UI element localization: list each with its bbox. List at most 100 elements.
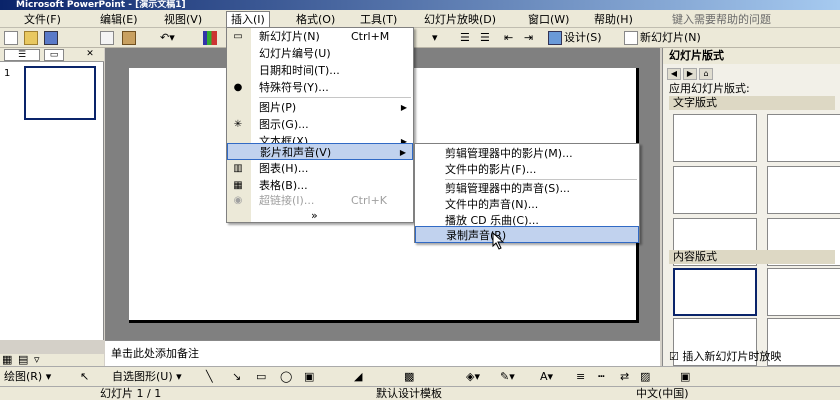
- outline-tab[interactable]: ☰: [4, 49, 40, 61]
- diagram-icon: ✳: [233, 119, 243, 130]
- save-icon[interactable]: [44, 30, 60, 46]
- new-slide-button[interactable]: 新幻灯片(N): [624, 30, 701, 46]
- copy-icon[interactable]: [100, 30, 116, 46]
- textbox-icon[interactable]: ▣: [304, 369, 314, 385]
- menu-format[interactable]: 格式(O): [292, 12, 339, 27]
- menu-item-label: 超链接(I)...: [259, 194, 315, 207]
- show-on-insert-checkbox[interactable]: ☑ 插入新幻灯片时放映: [669, 348, 781, 364]
- forward-icon[interactable]: ▶: [683, 68, 697, 80]
- line-style-icon[interactable]: ≡: [576, 369, 585, 385]
- submenu-item-file-sound[interactable]: 文件中的声音(N)...: [415, 196, 639, 213]
- menu-item-movies-sounds[interactable]: 影片和声音(V) ▶: [227, 143, 413, 160]
- shadow-icon[interactable]: ▨: [640, 369, 650, 385]
- autoshape-label: 自选图形(U): [112, 370, 173, 383]
- arrow-style-icon[interactable]: ⇄: [620, 369, 629, 385]
- menu-item-new-slide[interactable]: ▭ 新幻灯片(N) Ctrl+M: [227, 28, 413, 45]
- section-text-layouts: 文字版式: [669, 96, 835, 110]
- menu-item-diagram[interactable]: ✳ 图示(G)...: [227, 116, 413, 133]
- layout-title-text[interactable]: [673, 166, 757, 214]
- chart-icon: ▥: [233, 163, 243, 174]
- open-icon[interactable]: [24, 30, 40, 46]
- submenu-item-label: 剪辑管理器中的声音(S)...: [445, 182, 571, 195]
- dash-style-icon[interactable]: ┅: [598, 369, 605, 385]
- numbering-icon[interactable]: ☰: [460, 30, 470, 46]
- submenu-item-label: 剪辑管理器中的影片(M)...: [445, 147, 573, 160]
- help-search-input[interactable]: 键入需要帮助的问题: [668, 12, 836, 27]
- design-label: 设计(S): [564, 31, 602, 44]
- line-icon[interactable]: ╲: [206, 369, 213, 385]
- select-objects-icon[interactable]: ↖: [80, 369, 89, 385]
- wordart-icon[interactable]: ◢: [354, 369, 362, 385]
- submenu-arrow-icon: ▶: [400, 103, 407, 112]
- layout-title-slide[interactable]: [673, 114, 757, 162]
- submenu-item-clip-movie[interactable]: 剪辑管理器中的影片(M)...: [415, 145, 639, 162]
- status-slide-count: 幻灯片 1 / 1: [100, 387, 162, 400]
- menu-tools[interactable]: 工具(T): [356, 12, 401, 27]
- close-pane-icon[interactable]: ✕: [80, 49, 100, 61]
- font-size-dropdown-icon[interactable]: ▾: [432, 30, 438, 46]
- status-language: 中文(中国): [636, 387, 689, 400]
- notes-pane[interactable]: 单击此处添加备注: [105, 340, 660, 366]
- draw-label: 绘图(R): [4, 370, 43, 383]
- task-pane: 幻灯片版式 ◀ ▶ ⌂ 应用幻灯片版式: 文字版式 内容版式 ☑ 插入新幻灯片时放映: [662, 48, 840, 366]
- submenu-item-clip-sound[interactable]: 剪辑管理器中的声音(S)...: [415, 180, 639, 197]
- 3d-icon[interactable]: ▣: [680, 369, 690, 385]
- chart-icon[interactable]: [203, 30, 219, 46]
- draw-menu-button[interactable]: 绘图(R) ▾: [4, 369, 51, 385]
- oval-icon[interactable]: ◯: [280, 369, 292, 385]
- menu-insert[interactable]: 插入(I): [226, 11, 270, 28]
- symbol-icon: ●: [233, 82, 243, 93]
- standard-toolbar: ↶▾ ▾ ☰ ☰ ⇤ ⇥ 设计(S) 新幻灯片(N): [0, 28, 840, 48]
- menu-file[interactable]: 文件(F): [20, 12, 65, 27]
- new-icon[interactable]: [4, 30, 20, 46]
- status-design: 默认设计模板: [376, 387, 442, 400]
- indent-increase-icon[interactable]: ⇥: [524, 30, 533, 46]
- layout-blank[interactable]: [673, 268, 757, 316]
- arrow-icon[interactable]: ↘: [232, 369, 241, 385]
- submenu-item-record-sound[interactable]: 录制声音(R): [415, 226, 639, 243]
- menu-window[interactable]: 窗口(W): [524, 12, 573, 27]
- hyperlink-icon: ◉: [233, 195, 243, 206]
- notes-placeholder: 单击此处添加备注: [111, 347, 199, 360]
- menu-item-label: 图表(H)...: [259, 162, 309, 175]
- task-pane-title: 幻灯片版式: [663, 48, 840, 64]
- menu-item-special-symbol[interactable]: ● 特殊符号(Y)...: [227, 79, 413, 96]
- back-icon[interactable]: ◀: [667, 68, 681, 80]
- layout-two-column[interactable]: [767, 166, 840, 214]
- fill-color-icon[interactable]: ◈▾: [466, 369, 480, 385]
- view-buttons: ▦ ▤ ▿: [0, 353, 104, 366]
- menu-slideshow[interactable]: 幻灯片放映(D): [420, 12, 500, 27]
- rectangle-icon[interactable]: ▭: [256, 369, 266, 385]
- menu-help[interactable]: 帮助(H): [590, 12, 637, 27]
- picture-icon[interactable]: ▩: [404, 369, 414, 385]
- menu-item-picture[interactable]: 图片(P) ▶: [227, 99, 413, 116]
- menu-expand[interactable]: »: [227, 207, 413, 224]
- submenu-item-file-movie[interactable]: 文件中的影片(F)...: [415, 161, 639, 178]
- menu-view[interactable]: 视图(V): [160, 12, 206, 27]
- undo-icon[interactable]: ↶▾: [160, 30, 175, 46]
- paste-icon[interactable]: [122, 30, 138, 46]
- home-icon[interactable]: ⌂: [699, 68, 713, 80]
- menu-item-label: 新幻灯片(N): [259, 30, 320, 43]
- slide-number: 1: [4, 68, 11, 79]
- autoshapes-button[interactable]: 自选图形(U) ▾: [112, 369, 182, 385]
- new-slide-icon: ▭: [233, 31, 243, 42]
- layout-content[interactable]: [767, 268, 840, 316]
- menu-item-shortcut: Ctrl+M: [351, 30, 390, 43]
- menu-item-slide-number[interactable]: 幻灯片编号(U): [227, 45, 413, 62]
- bullets-icon[interactable]: ☰: [480, 30, 490, 46]
- menu-edit[interactable]: 编辑(E): [96, 12, 142, 27]
- design-button[interactable]: 设计(S): [548, 30, 602, 46]
- line-color-icon[interactable]: ✎▾: [500, 369, 515, 385]
- media-submenu: 剪辑管理器中的影片(M)... 文件中的影片(F)... 剪辑管理器中的声音(S…: [414, 143, 640, 243]
- layout-title-only[interactable]: [767, 114, 840, 162]
- mouse-cursor-icon: [492, 232, 505, 250]
- font-color-icon[interactable]: A▾: [540, 369, 553, 385]
- show-on-insert-label: 插入新幻灯片时放映: [682, 350, 782, 363]
- slides-tab[interactable]: ▭: [44, 49, 64, 61]
- menu-item-chart[interactable]: ▥ 图表(H)...: [227, 160, 413, 177]
- submenu-item-label: 文件中的声音(N)...: [445, 198, 539, 211]
- indent-decrease-icon[interactable]: ⇤: [504, 30, 513, 46]
- slide-thumbnail[interactable]: [24, 66, 96, 120]
- menu-item-date-time[interactable]: 日期和时间(T)...: [227, 62, 413, 79]
